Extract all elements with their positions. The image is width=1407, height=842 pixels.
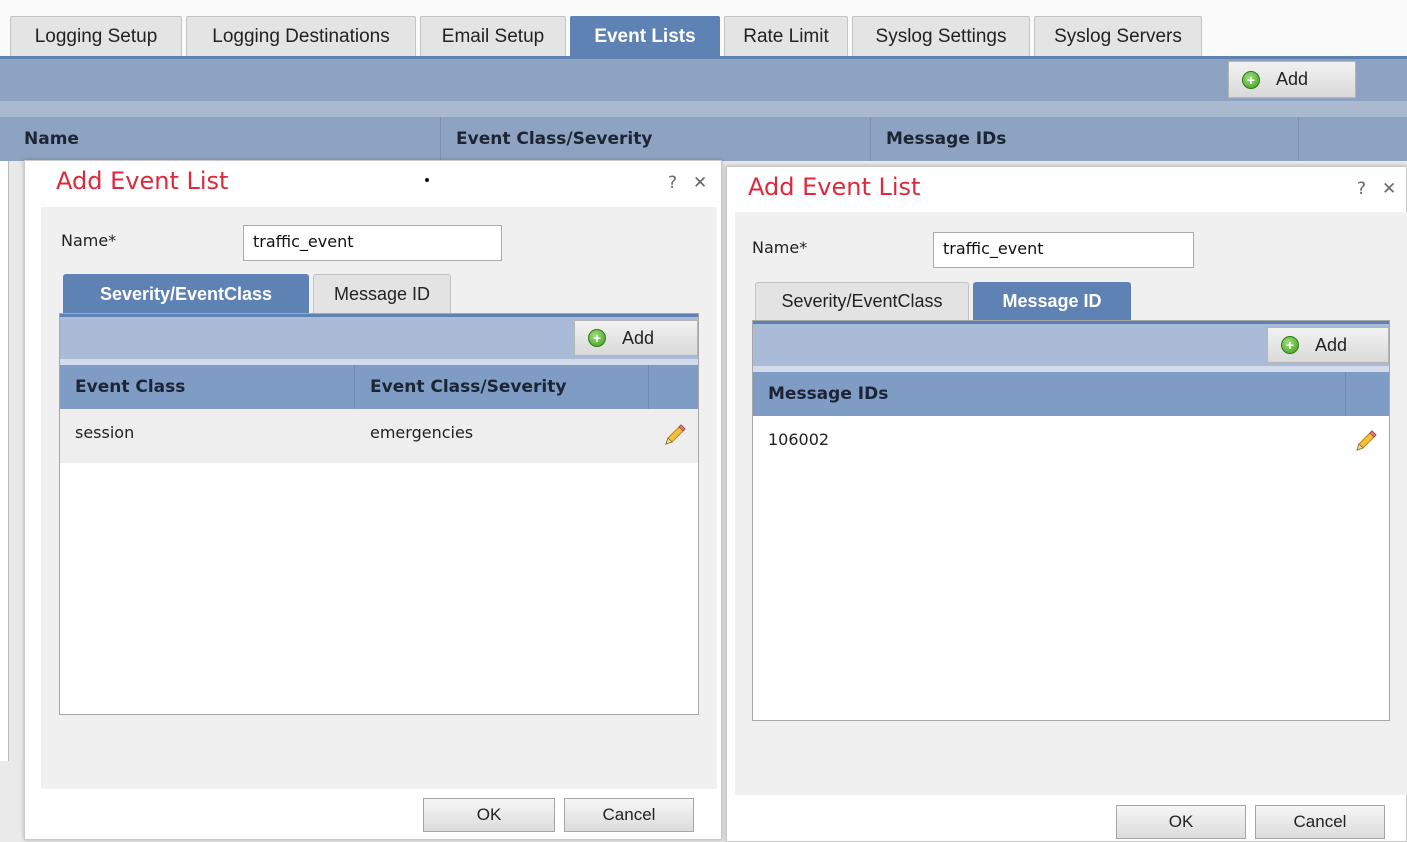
close-icon[interactable]: ✕ [693,173,707,193]
close-icon[interactable]: ✕ [1382,179,1396,199]
column-header-event-class[interactable]: Event Class [75,377,185,397]
add-button-label: Add [1276,69,1309,89]
cell-message-id: 106002 [768,430,830,449]
tab-message-id[interactable]: Message ID [313,274,451,313]
tab-rate-limit[interactable]: Rate Limit [724,16,848,57]
add-button-label: Add [622,327,655,348]
ok-button[interactable]: OK [1116,805,1246,839]
name-input[interactable]: traffic_event [243,225,502,261]
add-button-label: Add [1315,334,1348,355]
table-row[interactable]: 106002 [753,416,1389,470]
tab-logging-setup[interactable]: Logging Setup [10,16,182,57]
cell-severity: emergencies [370,423,474,442]
column-divider [870,117,871,161]
column-divider [354,365,355,409]
name-input[interactable]: traffic_event [933,232,1194,268]
add-event-list-dialog-message-id: Add Event List ? ✕ Name* traffic_event S… [726,166,1407,842]
panel-table-header: Event Class Event Class/Severity [60,365,698,409]
edit-pencil-icon[interactable] [662,422,688,448]
add-event-class-button[interactable]: + Add [574,320,698,356]
help-icon[interactable]: ? [1357,179,1366,199]
ok-button[interactable]: OK [423,798,555,832]
severity-panel: + Add Event Class Event Class/Severity s… [59,313,699,715]
name-label: Name* [61,231,117,250]
column-divider [1298,117,1299,161]
column-header-name[interactable]: Name [24,129,79,149]
cancel-button[interactable]: Cancel [564,798,694,832]
edit-pencil-icon[interactable] [1353,428,1379,454]
plus-circle-icon: + [1281,336,1299,354]
dialog-title: Add Event List [748,173,921,201]
column-divider [648,365,649,409]
help-icon[interactable]: ? [668,173,677,193]
dialog-body: Name* traffic_event Severity/EventClass … [41,207,717,789]
add-message-id-button[interactable]: + Add [1267,327,1389,363]
event-lists-table-header: Name Event Class/Severity Message IDs [0,117,1407,161]
top-tab-bar: Logging Setup Logging Destinations Email… [0,0,1407,57]
column-header-message-ids[interactable]: Message IDs [768,384,888,404]
cell-event-class: session [75,423,135,442]
tab-logging-destinations[interactable]: Logging Destinations [186,16,416,57]
column-header-message-ids[interactable]: Message IDs [886,129,1006,149]
table-row[interactable]: session emergencies [60,409,698,463]
plus-circle-icon: + [1242,70,1260,89]
tab-message-id[interactable]: Message ID [973,282,1131,320]
name-label: Name* [752,238,808,257]
tab-severity-eventclass[interactable]: Severity/EventClass [755,282,969,320]
column-header-event-class-severity[interactable]: Event Class/Severity [456,129,652,149]
cursor-dot [425,178,429,182]
column-header-event-class-severity[interactable]: Event Class/Severity [370,377,566,397]
add-event-list-button[interactable]: + Add [1228,61,1356,98]
column-divider [1345,372,1346,416]
cancel-button[interactable]: Cancel [1255,805,1385,839]
main-toolbar [0,59,1407,101]
toolbar-separator [0,101,1407,117]
column-divider [440,117,441,161]
message-id-panel: + Add Message IDs 106002 [752,320,1390,721]
tab-event-lists[interactable]: Event Lists [570,16,720,57]
add-event-list-dialog-severity: Add Event List ? ✕ Name* traffic_event S… [24,160,722,840]
tab-syslog-settings[interactable]: Syslog Settings [852,16,1030,57]
tab-email-setup[interactable]: Email Setup [420,16,566,57]
plus-circle-icon: + [588,329,606,347]
dialog-title: Add Event List [56,167,229,195]
dialog-body: Name* traffic_event Severity/EventClass … [735,212,1407,795]
tab-severity-eventclass[interactable]: Severity/EventClass [63,274,309,313]
tab-syslog-servers[interactable]: Syslog Servers [1034,16,1202,57]
panel-table-header: Message IDs [753,372,1389,416]
